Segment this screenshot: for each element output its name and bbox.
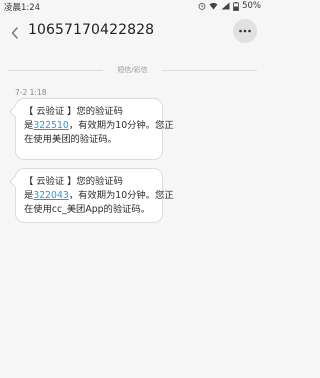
message-timestamp: 7-2 1:18 (15, 88, 47, 97)
status-bar: 凌晨1:24 50% (0, 0, 265, 14)
message-line: 【 云验证 】您的验证码 (24, 176, 123, 187)
status-time: 凌晨1:24 (4, 3, 41, 13)
verification-code-link[interactable]: 322043 (33, 190, 69, 201)
message-bubble[interactable]: 【 云验证 】您的验证码 是322510，有效期为10分钟。您正 在使用美团的验… (15, 98, 174, 160)
message-text: ，有效期为10分钟。您正 (68, 190, 174, 201)
status-icons: 50% (198, 1, 261, 11)
message-text: ，有效期为10分钟。您正 (68, 120, 174, 131)
message-line: 在使用美团的验证码。 (24, 134, 117, 145)
message-bubble[interactable]: 【 云验证 】您的验证码 是322043，有效期为10分钟。您正 在使用cc_美… (15, 168, 174, 223)
message-line: 在使用cc_美团App的验证码。 (24, 204, 151, 215)
alarm-icon (198, 2, 206, 10)
more-button[interactable] (233, 19, 257, 43)
back-button[interactable] (8, 24, 22, 42)
conversation-header: 10657170422828 (0, 14, 265, 52)
message-text: 是 (24, 190, 34, 201)
divider-line-right (162, 70, 257, 71)
message-line: 是322510，有效期为10分钟。您正 (24, 119, 174, 133)
verification-code-link[interactable]: 322510 (33, 120, 69, 131)
message-line: 【 云验证 】您的验证码 (24, 106, 123, 117)
contact-number: 10657170422828 (28, 22, 155, 38)
back-chevron-icon (11, 27, 19, 39)
signal-icon (221, 2, 230, 10)
battery-percent: 50% (242, 1, 261, 11)
battery-icon (233, 1, 239, 11)
wifi-icon (209, 2, 218, 10)
message-line: 是322043，有效期为10分钟。您正 (24, 189, 174, 203)
message-text: 是 (24, 120, 34, 131)
message-type-divider: 短信/彩信 (8, 64, 257, 76)
more-icon (239, 29, 251, 33)
